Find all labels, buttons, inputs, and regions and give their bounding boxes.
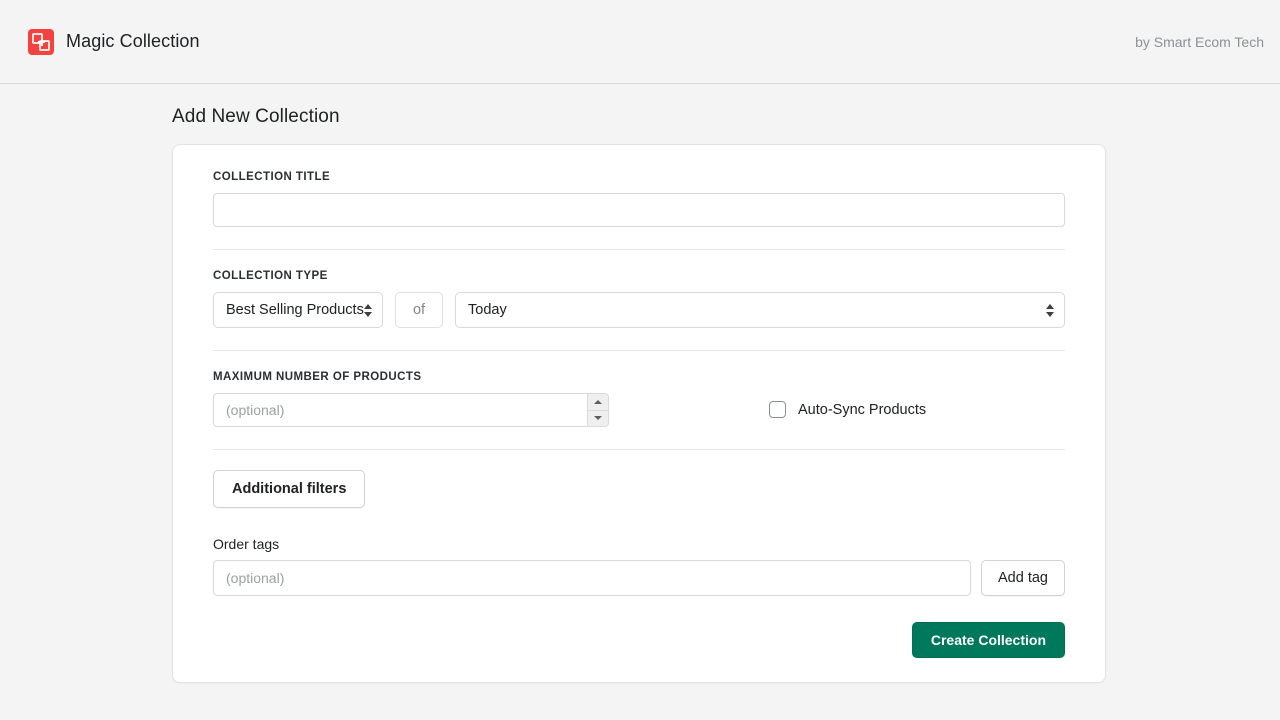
add-collection-card: COLLECTION TITLE COLLECTION TYPE Best Se…: [172, 144, 1106, 683]
card-footer: Create Collection: [213, 622, 1065, 658]
collection-range-select-value: Today: [468, 302, 507, 318]
collection-type-row: Best Selling Products of Today: [213, 292, 1065, 328]
select-chevron-updown-icon: [363, 302, 373, 318]
collection-range-select[interactable]: Today: [455, 292, 1065, 328]
collection-title-input[interactable]: [213, 193, 1065, 227]
page-title: Add New Collection: [172, 106, 1280, 128]
collection-type-field: COLLECTION TYPE Best Selling Products of…: [213, 270, 1065, 328]
max-products-input[interactable]: [213, 393, 609, 427]
max-products-row: MAXIMUM NUMBER OF PRODUCTS Auto-Sync Pro…: [213, 371, 1065, 427]
add-tag-button[interactable]: Add tag: [981, 560, 1065, 596]
collection-type-label: COLLECTION TYPE: [213, 270, 1065, 282]
byline: by Smart Ecom Tech: [1135, 34, 1264, 50]
number-spinner: [587, 394, 608, 426]
stepper-down-icon[interactable]: [588, 410, 608, 427]
divider: [213, 249, 1065, 250]
collection-title-field: COLLECTION TITLE: [213, 171, 1065, 227]
collection-title-label: COLLECTION TITLE: [213, 171, 1065, 183]
additional-filters-button[interactable]: Additional filters: [213, 470, 365, 508]
max-products-field: MAXIMUM NUMBER OF PRODUCTS: [213, 371, 609, 427]
magic-collection-logo-icon: [28, 29, 54, 55]
app-header: Magic Collection by Smart Ecom Tech: [0, 0, 1280, 84]
max-products-stepper: [213, 393, 609, 427]
order-tags-label: Order tags: [213, 536, 1065, 552]
stepper-up-icon[interactable]: [588, 394, 608, 410]
order-tags-field: Order tags Add tag: [213, 536, 1065, 596]
divider: [213, 350, 1065, 351]
additional-filters-row: Additional filters: [213, 470, 1065, 508]
collection-type-joiner: of: [395, 292, 443, 328]
brand: Magic Collection: [28, 29, 200, 55]
divider: [213, 449, 1065, 450]
collection-type-select-value: Best Selling Products: [226, 302, 364, 318]
order-tags-input[interactable]: [213, 560, 971, 596]
order-tags-row: Add tag: [213, 560, 1065, 596]
create-collection-button[interactable]: Create Collection: [912, 622, 1065, 658]
brand-name: Magic Collection: [66, 31, 200, 52]
auto-sync-checkbox[interactable]: [769, 401, 786, 418]
max-products-label: MAXIMUM NUMBER OF PRODUCTS: [213, 371, 609, 383]
collection-type-select[interactable]: Best Selling Products: [213, 292, 383, 328]
select-chevron-updown-icon: [1045, 302, 1055, 318]
auto-sync-label: Auto-Sync Products: [798, 402, 926, 418]
auto-sync-checkbox-row[interactable]: Auto-Sync Products: [769, 401, 926, 418]
